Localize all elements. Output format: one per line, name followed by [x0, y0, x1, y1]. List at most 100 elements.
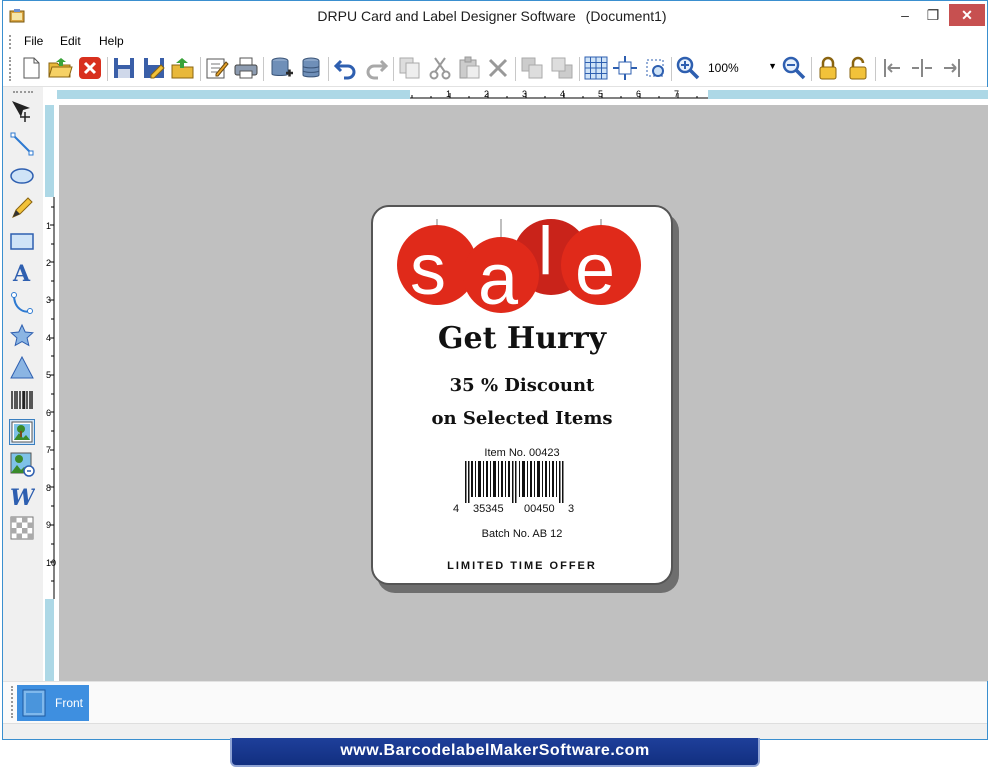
item-number-text[interactable]: Item No. 00423: [373, 447, 671, 459]
paste-icon[interactable]: [456, 55, 482, 81]
window-title: DRPU Card and Label Designer Software (D…: [3, 8, 987, 24]
chevron-down-icon: ▼: [768, 61, 777, 71]
svg-text:s: s: [410, 230, 446, 310]
ruler-mark: 1: [446, 89, 452, 99]
save-icon[interactable]: [111, 55, 137, 81]
app-title: DRPU Card and Label Designer Software: [317, 8, 576, 24]
ruler-mark: 7: [46, 445, 52, 455]
ruler-mark: 5: [598, 89, 604, 99]
zoom-select[interactable]: 100% ▼: [705, 59, 779, 79]
page-tabs: Front: [3, 681, 987, 723]
barcode-digit: 4: [453, 503, 460, 515]
toolbar-separator: [107, 57, 108, 81]
horizontal-ruler: 1 2 3 4 5 6 7: [43, 87, 988, 105]
toolbar-separator: [328, 57, 329, 81]
unlock-icon[interactable]: [845, 55, 871, 81]
ellipse-icon[interactable]: [9, 163, 35, 189]
tools-grip: [13, 91, 33, 94]
copy-icon[interactable]: [397, 55, 423, 81]
selected-items-text[interactable]: on Selected Items: [373, 408, 671, 429]
ruler-mark: 6: [46, 408, 52, 418]
design-canvas[interactable]: s a l e Get Hurry 35 % Discount on Selec…: [59, 105, 988, 681]
align-right-icon[interactable]: [938, 55, 964, 81]
database-add-icon[interactable]: [268, 55, 294, 81]
menu-grip: [9, 35, 12, 49]
database-icon[interactable]: [298, 55, 324, 81]
image-library-icon[interactable]: [9, 451, 35, 477]
document-name: (Document1): [585, 8, 667, 24]
title-bar: DRPU Card and Label Designer Software (D…: [3, 1, 987, 32]
cut-icon[interactable]: [427, 55, 453, 81]
close-doc-icon[interactable]: [77, 55, 103, 81]
ruler-mark: 2: [484, 89, 490, 99]
batch-number-text[interactable]: Batch No. AB 12: [373, 528, 671, 540]
barcode-icon[interactable]: [9, 387, 35, 413]
background-icon[interactable]: [9, 515, 35, 541]
discount-text[interactable]: 35 % Discount: [373, 375, 671, 396]
line-icon[interactable]: [9, 131, 35, 157]
toolbar-separator: [263, 57, 264, 81]
undo-icon[interactable]: [333, 55, 359, 81]
app-window: DRPU Card and Label Designer Software (D…: [2, 0, 988, 740]
toolbar-separator: [811, 57, 812, 81]
open-icon[interactable]: [47, 55, 73, 81]
menu-file[interactable]: File: [24, 34, 43, 48]
lock-icon[interactable]: [815, 55, 841, 81]
offer-text[interactable]: LIMITED TIME OFFER: [373, 560, 671, 572]
svg-text:e: e: [575, 230, 615, 310]
maximize-button[interactable]: ❐: [917, 4, 949, 28]
wordart-icon[interactable]: W: [9, 483, 37, 511]
save-as-icon[interactable]: [141, 55, 167, 81]
text-icon[interactable]: A: [9, 259, 35, 287]
toolbar-separator: [671, 57, 672, 81]
tab-front-label: Front: [55, 696, 84, 710]
zoom-in-icon[interactable]: [675, 55, 701, 81]
menu-help[interactable]: Help: [99, 34, 124, 48]
ruler-mark: 7: [674, 89, 680, 99]
picture-icon[interactable]: [9, 419, 35, 445]
ruler-mark: 4: [560, 89, 566, 99]
redo-icon[interactable]: [363, 55, 389, 81]
curve-icon[interactable]: [9, 291, 35, 317]
sale-graphic[interactable]: s a l e: [393, 219, 643, 314]
print-icon[interactable]: [233, 55, 259, 81]
edit-icon[interactable]: [204, 55, 230, 81]
tools-panel: A W: [3, 87, 41, 681]
toolbar-separator: [200, 57, 201, 81]
barcode-digit: 00450: [524, 503, 555, 515]
headline-text[interactable]: Get Hurry: [373, 321, 671, 356]
ruler-mark: 3: [46, 295, 52, 305]
align-left-icon[interactable]: [880, 55, 906, 81]
barcode[interactable]: [465, 461, 565, 503]
toolbar-separator: [875, 57, 876, 81]
menu-edit[interactable]: Edit: [60, 34, 81, 48]
page-icon: [22, 689, 46, 717]
ruler-scale: 1 2 3 4 5 6 7: [410, 87, 708, 101]
center-icon[interactable]: [612, 55, 638, 81]
new-icon[interactable]: [18, 55, 44, 81]
zoom-out-icon[interactable]: [781, 55, 807, 81]
close-button[interactable]: ✕: [949, 4, 985, 26]
export-icon[interactable]: [170, 55, 196, 81]
grid-icon[interactable]: [583, 55, 609, 81]
pencil-icon[interactable]: [9, 195, 35, 221]
zoom-value: 100%: [708, 61, 739, 75]
tab-front[interactable]: Front: [17, 685, 89, 721]
align-center-icon[interactable]: [909, 55, 935, 81]
ruler-mark: 3: [522, 89, 528, 99]
star-icon[interactable]: [9, 323, 35, 349]
label-card[interactable]: s a l e Get Hurry 35 % Discount on Selec…: [371, 205, 673, 585]
toolbar-separator: [515, 57, 516, 81]
fit-icon[interactable]: [642, 55, 668, 81]
svg-text:W: W: [10, 485, 35, 509]
delete-icon[interactable]: [485, 55, 511, 81]
select-icon[interactable]: [9, 98, 35, 124]
send-back-icon[interactable]: [549, 55, 575, 81]
bring-front-icon[interactable]: [519, 55, 545, 81]
rectangle-icon[interactable]: [9, 228, 35, 254]
barcode-digit: 35345: [473, 503, 504, 515]
ruler-mark: 1: [46, 221, 52, 231]
ruler-mark: 4: [46, 333, 52, 343]
status-bar: [3, 723, 987, 739]
triangle-icon[interactable]: [9, 355, 35, 381]
